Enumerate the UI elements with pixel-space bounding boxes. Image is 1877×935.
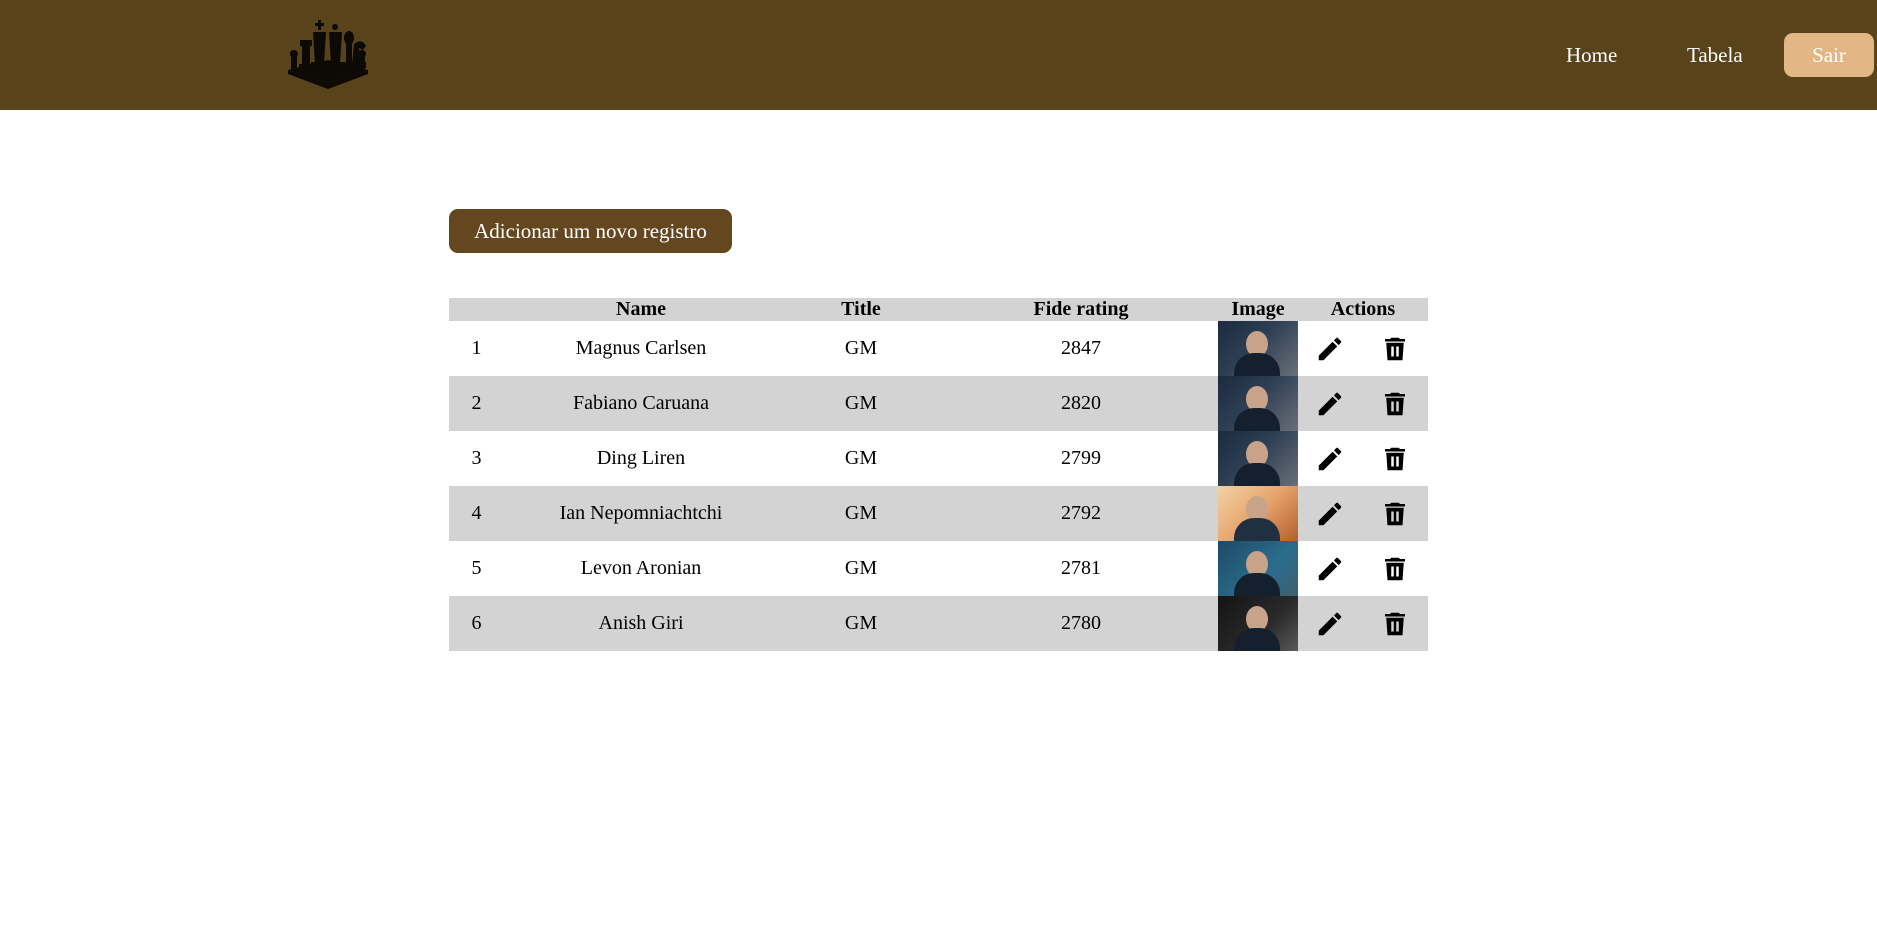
table-row: 3 Ding Liren GM 2799 [449, 431, 1428, 486]
trash-icon[interactable] [1380, 554, 1410, 584]
trash-icon[interactable] [1380, 389, 1410, 419]
trash-icon[interactable] [1380, 444, 1410, 474]
player-title: GM [778, 596, 944, 651]
player-name: Ding Liren [596, 447, 686, 469]
player-name: Ian Nepomniachtchi [504, 486, 778, 541]
player-photo [1218, 431, 1298, 486]
nav-home-link[interactable]: Home [1566, 42, 1617, 68]
trash-icon[interactable] [1380, 499, 1410, 529]
players-table: Name Title Fide rating Image Actions 1 M… [449, 298, 1428, 651]
player-title: GM [778, 376, 944, 431]
pencil-icon[interactable] [1315, 334, 1345, 364]
trash-icon[interactable] [1380, 609, 1410, 639]
player-title: GM [844, 337, 878, 359]
player-rating: 2780 [944, 596, 1218, 651]
player-photo [1218, 541, 1298, 596]
column-header-rating: Fide rating [944, 298, 1218, 321]
column-header-name: Name [504, 298, 778, 321]
chess-pieces-icon[interactable] [280, 18, 376, 90]
column-header-title: Title [778, 298, 944, 321]
player-rating: 2847 [1061, 337, 1101, 359]
player-rating: 2781 [1061, 557, 1101, 579]
row-index: 4 [449, 486, 504, 541]
pencil-icon[interactable] [1315, 609, 1345, 639]
table-header-row: Name Title Fide rating Image Actions [449, 298, 1428, 321]
player-rating: 2820 [944, 376, 1218, 431]
column-header-index [449, 298, 504, 321]
row-index: 6 [449, 596, 504, 651]
nav-tabela-link[interactable]: Tabela [1687, 42, 1743, 68]
player-title: GM [844, 447, 878, 469]
pencil-icon[interactable] [1315, 554, 1345, 584]
row-index: 5 [471, 557, 482, 579]
row-index: 3 [471, 447, 482, 469]
player-photo [1218, 596, 1298, 651]
table-row: 2 Fabiano Caruana GM 2820 [449, 376, 1428, 431]
column-header-actions: Actions [1298, 298, 1428, 321]
pencil-icon[interactable] [1315, 444, 1345, 474]
column-header-image: Image [1218, 298, 1298, 321]
player-title: GM [844, 557, 878, 579]
table-row: 5 Levon Aronian GM 2781 [449, 541, 1428, 596]
add-record-button[interactable]: Adicionar um novo registro [449, 209, 732, 253]
logout-button[interactable]: Sair [1784, 33, 1874, 77]
player-rating: 2792 [944, 486, 1218, 541]
player-name: Anish Giri [504, 596, 778, 651]
pencil-icon[interactable] [1315, 389, 1345, 419]
player-photo [1218, 321, 1298, 376]
row-index: 2 [449, 376, 504, 431]
player-name: Magnus Carlsen [575, 337, 707, 359]
table-row: 1 Magnus Carlsen GM 2847 [449, 321, 1428, 376]
player-rating: 2799 [1061, 447, 1101, 469]
player-name: Fabiano Caruana [504, 376, 778, 431]
player-photo [1218, 486, 1298, 541]
pencil-icon[interactable] [1315, 499, 1345, 529]
player-photo [1218, 376, 1298, 431]
trash-icon[interactable] [1380, 334, 1410, 364]
player-name: Levon Aronian [580, 557, 702, 579]
player-title: GM [778, 486, 944, 541]
table-row: 4 Ian Nepomniachtchi GM 2792 [449, 486, 1428, 541]
table-row: 6 Anish Giri GM 2780 [449, 596, 1428, 651]
top-bar: Home Tabela Sair [0, 0, 1877, 110]
row-index: 1 [471, 337, 482, 359]
